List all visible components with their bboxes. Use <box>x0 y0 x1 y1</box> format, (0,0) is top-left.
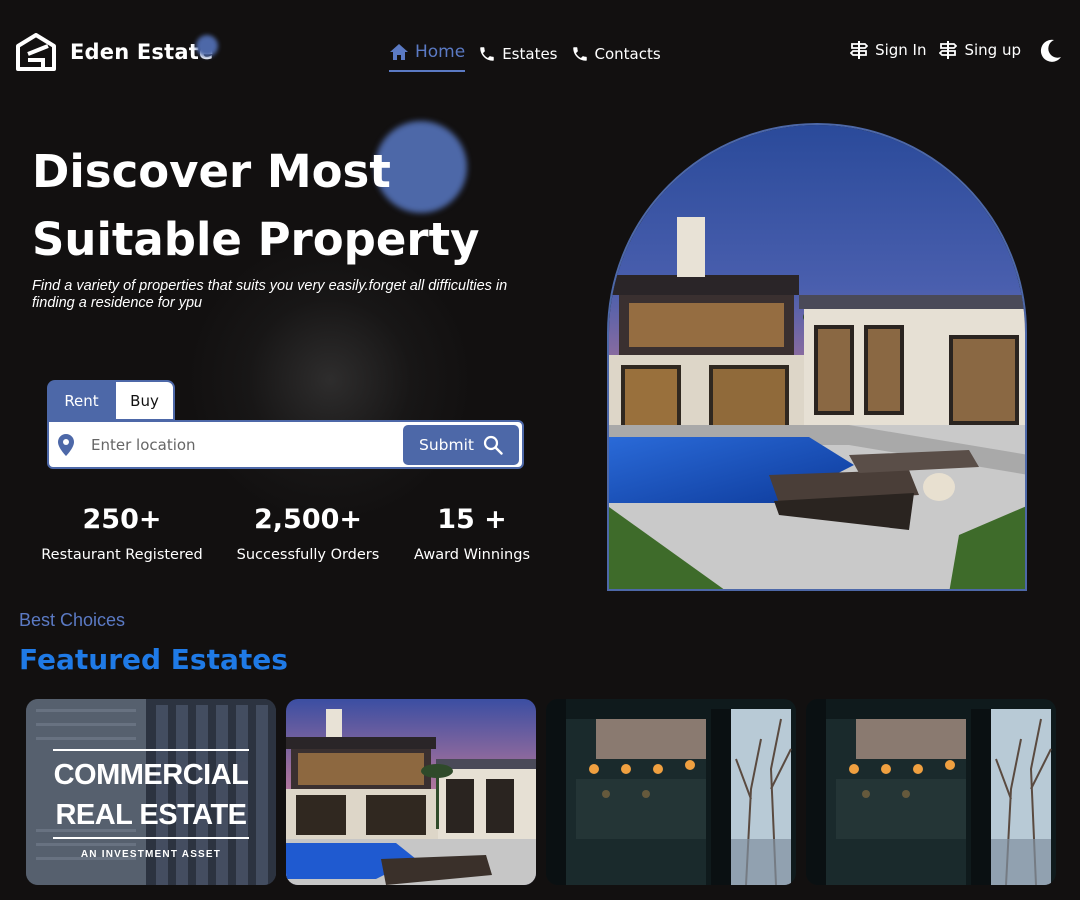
brand-name: Eden Estate <box>70 40 214 64</box>
signpost-icon <box>850 41 869 59</box>
hero-title: Discover Most Suitable Property <box>32 138 552 274</box>
poster-tagline: AN INVESTMENT ASSET <box>80 849 222 860</box>
nav-link-estates[interactable]: Estates <box>478 45 558 63</box>
section-title: Featured Estates <box>19 643 288 676</box>
submit-label: Submit <box>419 436 474 454</box>
stat-item: 250+ Restaurant Registered <box>39 502 205 563</box>
decorative-blob <box>196 35 218 57</box>
main-nav: Home Estates Contacts <box>389 36 674 72</box>
location-search-bar: Submit <box>47 420 524 469</box>
estate-cards: COMMERCIAL REAL ESTATE AN INVESTMENT ASS… <box>26 699 1066 885</box>
sign-in-link[interactable]: Sign In <box>850 40 926 60</box>
stat-label: Restaurant Registered <box>41 547 203 563</box>
stat-item: 15 + Award Winnings <box>411 502 533 563</box>
estate-card[interactable] <box>286 699 536 885</box>
logo-icon <box>16 33 56 71</box>
estate-card[interactable]: COMMERCIAL REAL ESTATE AN INVESTMENT ASS… <box>26 699 276 885</box>
nav-link-label: Contacts <box>594 45 661 63</box>
submit-button[interactable]: Submit <box>403 425 519 465</box>
signpost-icon <box>939 41 958 59</box>
location-input[interactable] <box>91 435 391 454</box>
poster-line: REAL ESTATE <box>55 799 247 831</box>
stat-value: 15 + <box>437 504 507 535</box>
nav-link-home[interactable]: Home <box>389 42 466 72</box>
stat-item: 2,500+ Successfully Orders <box>235 502 381 563</box>
commercial-poster-text: COMMERCIAL REAL ESTATE AN INVESTMENT ASS… <box>53 749 249 862</box>
stat-value: 2,500+ <box>253 504 363 535</box>
home-icon <box>390 44 408 60</box>
search-icon <box>483 435 503 455</box>
hero-property-image <box>607 123 1027 591</box>
estate-card[interactable] <box>806 699 1056 885</box>
nav-link-label: Estates <box>502 45 558 63</box>
stats-row: 250+ Restaurant Registered 2,500+ Succes… <box>30 502 540 572</box>
nav-link-contacts[interactable]: Contacts <box>571 45 661 63</box>
tab-rent[interactable]: Rent <box>47 380 116 421</box>
stat-label: Award Winnings <box>414 547 530 563</box>
top-navbar: Eden Estate Home Estates Contacts Sign I… <box>0 0 1080 100</box>
phone-icon <box>480 47 494 61</box>
moon-icon[interactable] <box>1040 38 1062 62</box>
nav-link-label: Home <box>415 42 466 62</box>
search-tabs: Rent Buy <box>47 380 175 421</box>
section-eyebrow: Best Choices <box>19 610 126 630</box>
auth-nav: Sign In Sing up <box>850 38 1062 62</box>
location-pin-icon <box>58 433 74 456</box>
brand-logo[interactable]: Eden Estate <box>16 33 213 71</box>
stat-label: Successfully Orders <box>236 547 380 563</box>
estate-card[interactable] <box>546 699 796 885</box>
sign-up-link[interactable]: Sing up <box>939 40 1021 60</box>
poster-line: COMMERCIAL <box>53 759 249 791</box>
stat-value: 250+ <box>82 504 162 535</box>
hero-subtitle: Find a variety of properties that suits … <box>32 278 508 311</box>
hero-title-line: Suitable Property <box>32 213 480 266</box>
sign-in-label: Sign In <box>875 41 927 59</box>
hero-title-line: Discover Most <box>32 145 391 198</box>
tab-buy[interactable]: Buy <box>116 380 175 421</box>
sign-up-label: Sing up <box>964 41 1021 59</box>
phone-icon <box>572 47 587 61</box>
